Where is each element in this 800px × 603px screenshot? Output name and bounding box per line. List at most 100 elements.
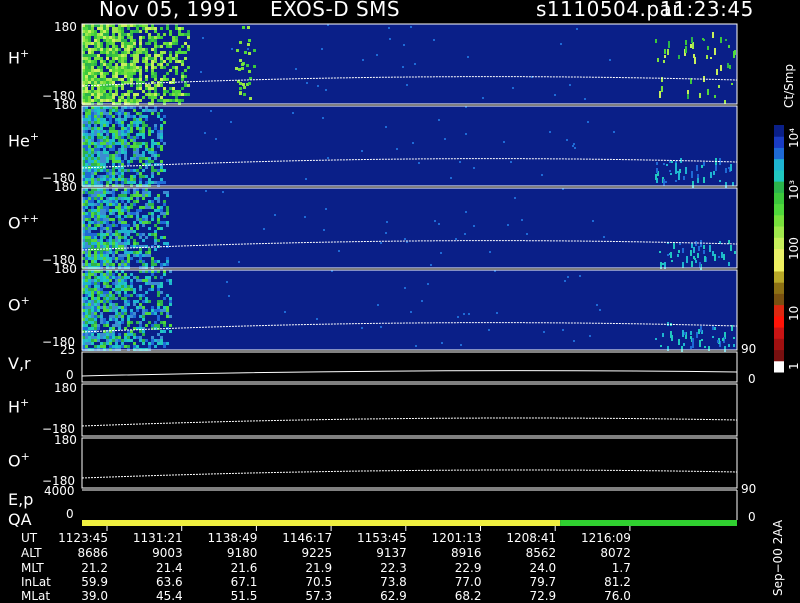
spectrogram-cell [145, 57, 148, 60]
spectrogram-cell [109, 51, 112, 54]
spectrogram-cell [133, 221, 136, 224]
spectrogram-cell [109, 197, 112, 200]
spectrogram-cell [579, 275, 581, 277]
spectrogram-cell [88, 254, 91, 257]
table-cell-ut: 1153:45 [356, 531, 407, 545]
spectrogram-cell [151, 148, 154, 151]
spectrogram-cell [151, 169, 154, 172]
spectrogram-cell [239, 87, 242, 90]
spectrogram-cell [133, 291, 136, 294]
spectrogram-cell [100, 321, 103, 324]
spectrogram-cell [121, 33, 124, 36]
spectrogram-cell [109, 279, 112, 282]
spectrogram-cell [151, 215, 154, 218]
spectrogram-cell [127, 333, 130, 336]
spectrogram-cell [118, 157, 121, 160]
spectrogram-cell [163, 212, 166, 215]
spectrogram-cell [100, 257, 103, 260]
spectrogram-cell [100, 315, 103, 318]
spectrogram-cell [160, 227, 163, 230]
spectrogram-cell [115, 303, 118, 306]
spectrogram-cell [85, 279, 88, 282]
spectrogram-cell [109, 203, 112, 206]
spectrogram-cell [88, 60, 91, 63]
spectrogram-cell [184, 93, 187, 96]
spectrogram-cell [127, 130, 130, 133]
spectrogram-cell [112, 48, 115, 51]
spectrogram-cell [112, 75, 115, 78]
spectrogram-cell [112, 327, 115, 330]
spectrogram-cell [136, 118, 139, 121]
spectrogram-cell [124, 221, 127, 224]
spectrogram-cell [124, 194, 127, 197]
spectrogram-cell [115, 48, 118, 51]
spectrogram-cell [106, 78, 109, 81]
spectrogram-cell [154, 90, 157, 93]
spectrogram-cell [91, 212, 94, 215]
colorbar-tick: 10⁴ [787, 127, 800, 148]
spectrogram-cell [151, 200, 154, 203]
spectrogram-cell [103, 93, 106, 96]
spectrogram-cell [465, 211, 467, 213]
spectrogram-cell [473, 167, 475, 169]
spectrogram-cell [145, 124, 148, 127]
spectrogram-cell [142, 263, 145, 266]
spectrogram-cell [100, 312, 103, 315]
spectrogram-cell [142, 96, 145, 99]
spectrogram-cell [130, 69, 133, 72]
spectrogram-cell [91, 99, 94, 102]
spectrogram-cell [112, 133, 115, 136]
spectrogram-cell [169, 315, 172, 318]
spectrogram-cell [127, 197, 130, 200]
spectrogram-cell [139, 306, 142, 309]
spectrogram-cell [112, 81, 115, 84]
spectrogram-cell [130, 124, 133, 127]
spectrogram-cell [115, 297, 118, 300]
spectrogram-cell [118, 172, 121, 175]
spectrogram-cell [202, 37, 204, 39]
spectrogram-cell [100, 121, 103, 124]
y-tick: 180 [54, 433, 77, 447]
spectrogram-cell [103, 285, 106, 288]
spectrogram-cell [94, 96, 97, 99]
panel-background [82, 106, 737, 186]
spectrogram-cell [151, 285, 154, 288]
spectrogram-cell [136, 200, 139, 203]
spectrogram-cell [88, 336, 91, 339]
spectrogram-cell [121, 257, 124, 260]
spectrogram-cell [94, 60, 97, 63]
spectrogram-cell [100, 42, 103, 45]
spectrogram-cell [97, 333, 100, 336]
spectrogram-cell [124, 236, 127, 239]
spectrogram-cell [121, 54, 124, 57]
spectrogram-cell [130, 230, 133, 233]
spectrogram-cell [100, 130, 103, 133]
spectrogram-cell [239, 92, 242, 95]
spectrogram-cell [662, 263, 664, 265]
spectrogram-cell [88, 245, 91, 248]
spectrogram-cell [142, 151, 145, 154]
spectrogram-cell [175, 36, 178, 39]
spectrogram-cell [100, 151, 103, 154]
spectrogram-cell [127, 78, 130, 81]
spectrogram-cell [323, 229, 325, 231]
spectrogram-cell [434, 220, 436, 222]
spectrogram-cell [172, 57, 175, 60]
spectrogram-cell [124, 227, 127, 230]
spectrogram-cell [160, 330, 163, 333]
spectrogram-cell [136, 66, 139, 69]
spectrogram-cell [181, 75, 184, 78]
spectrogram-cell [85, 312, 88, 315]
spectrogram-cell [94, 276, 97, 279]
spectrogram-cell [316, 318, 318, 320]
spectrogram-cell [133, 45, 136, 48]
spectrogram-cell [696, 165, 698, 171]
spectrogram-cell [94, 288, 97, 291]
colorbar-swatch [774, 125, 784, 137]
spectrogram-cell [97, 148, 100, 151]
colorbar-swatch [774, 304, 784, 317]
spectrogram-cell [106, 218, 109, 221]
spectrogram-cell [124, 60, 127, 63]
spectrogram-cell [103, 87, 106, 90]
spectrogram-cell [100, 212, 103, 215]
